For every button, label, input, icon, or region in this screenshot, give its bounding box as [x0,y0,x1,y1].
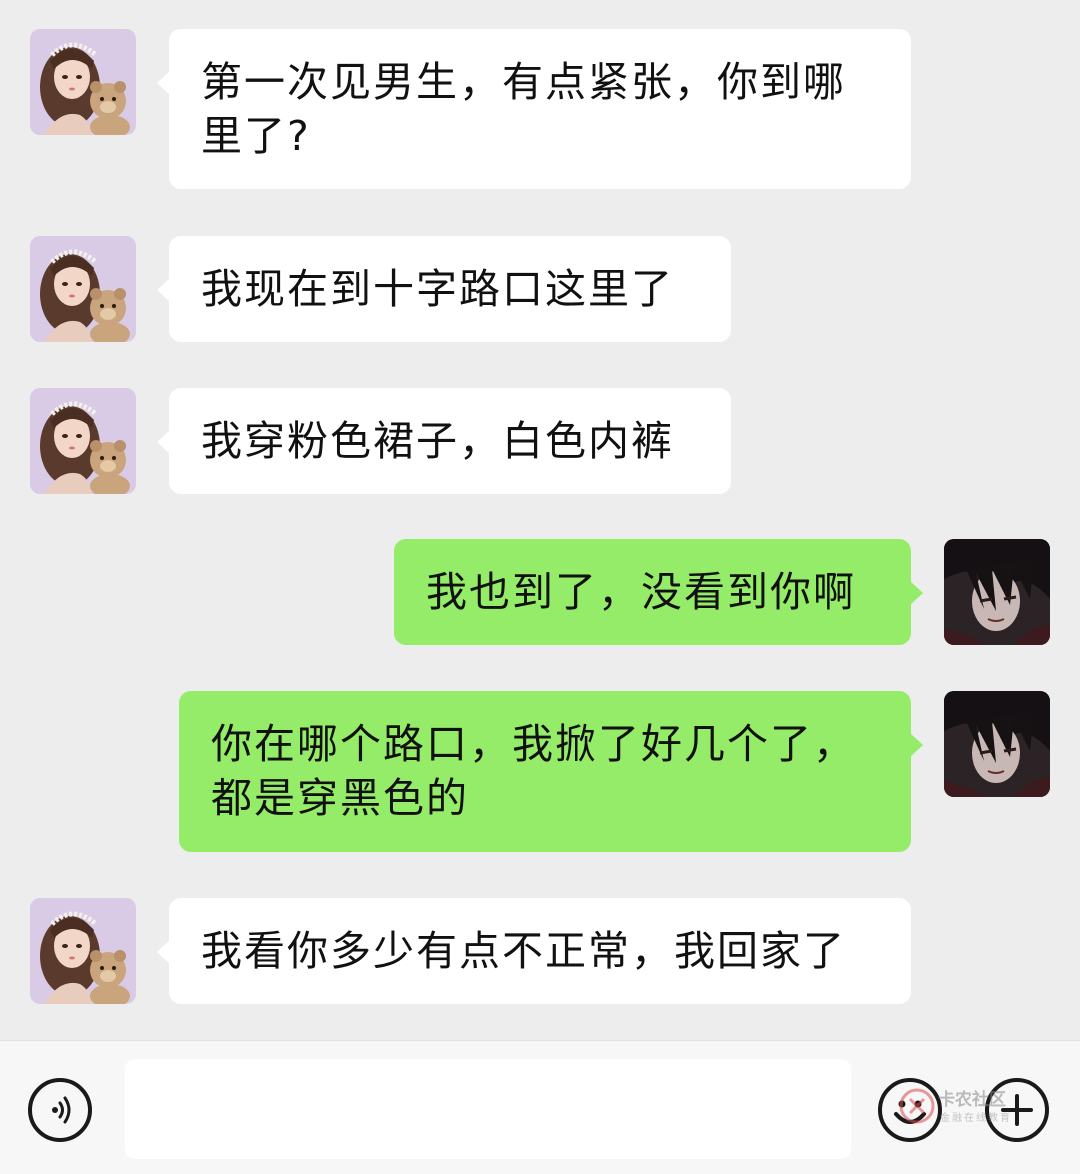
message-bubble-outgoing[interactable]: 我也到了，没看到你啊 [394,539,923,645]
my-avatar[interactable] [944,539,1050,645]
message-text: 我也到了，没看到你啊 [426,568,856,616]
message-text: 都是穿黑色的 [211,774,469,822]
message-bubble-incoming[interactable]: 我看你多少有点不正常，我回家了 [157,898,911,1004]
more-button[interactable] [985,1078,1049,1142]
message-text: 里了? [201,112,311,160]
contact-avatar[interactable] [30,29,136,135]
message-input[interactable] [125,1059,851,1159]
emoji-button[interactable] [878,1078,942,1142]
message-bubble-incoming[interactable]: 第一次见男生，有点紧张，你到哪 里了? [157,29,911,189]
input-bar: 卡农社区 金融在线教育 [0,1040,1080,1174]
message-bubble-incoming[interactable]: 我穿粉色裙子，白色内裤 [157,388,731,494]
contact-avatar[interactable] [30,236,136,342]
message-text: 你在哪个路口，我掀了好几个了， [211,720,856,768]
message-bubble-outgoing[interactable]: 你在哪个路口，我掀了好几个了， 都是穿黑色的 [179,691,923,852]
my-avatar[interactable] [944,691,1050,797]
message-bubble-incoming[interactable]: 我现在到十字路口这里了 [157,236,731,342]
message-text: 我现在到十字路口这里了 [201,265,674,313]
message-text: 第一次见男生，有点紧张，你到哪 [201,58,846,106]
voice-button[interactable] [28,1078,92,1142]
emoji-icon [894,1100,926,1124]
chat-area[interactable]: 第一次见男生，有点紧张，你到哪 里了? 我现在到十字路口这里了 我穿粉色裙子，白… [0,0,1080,1040]
voice-icon [52,1096,71,1124]
message-text: 我穿粉色裙子，白色内裤 [201,417,674,465]
message-text: 我看你多少有点不正常，我回家了 [201,927,846,975]
contact-avatar[interactable] [30,388,136,494]
contact-avatar[interactable] [30,898,136,1004]
plus-icon [1001,1094,1033,1126]
